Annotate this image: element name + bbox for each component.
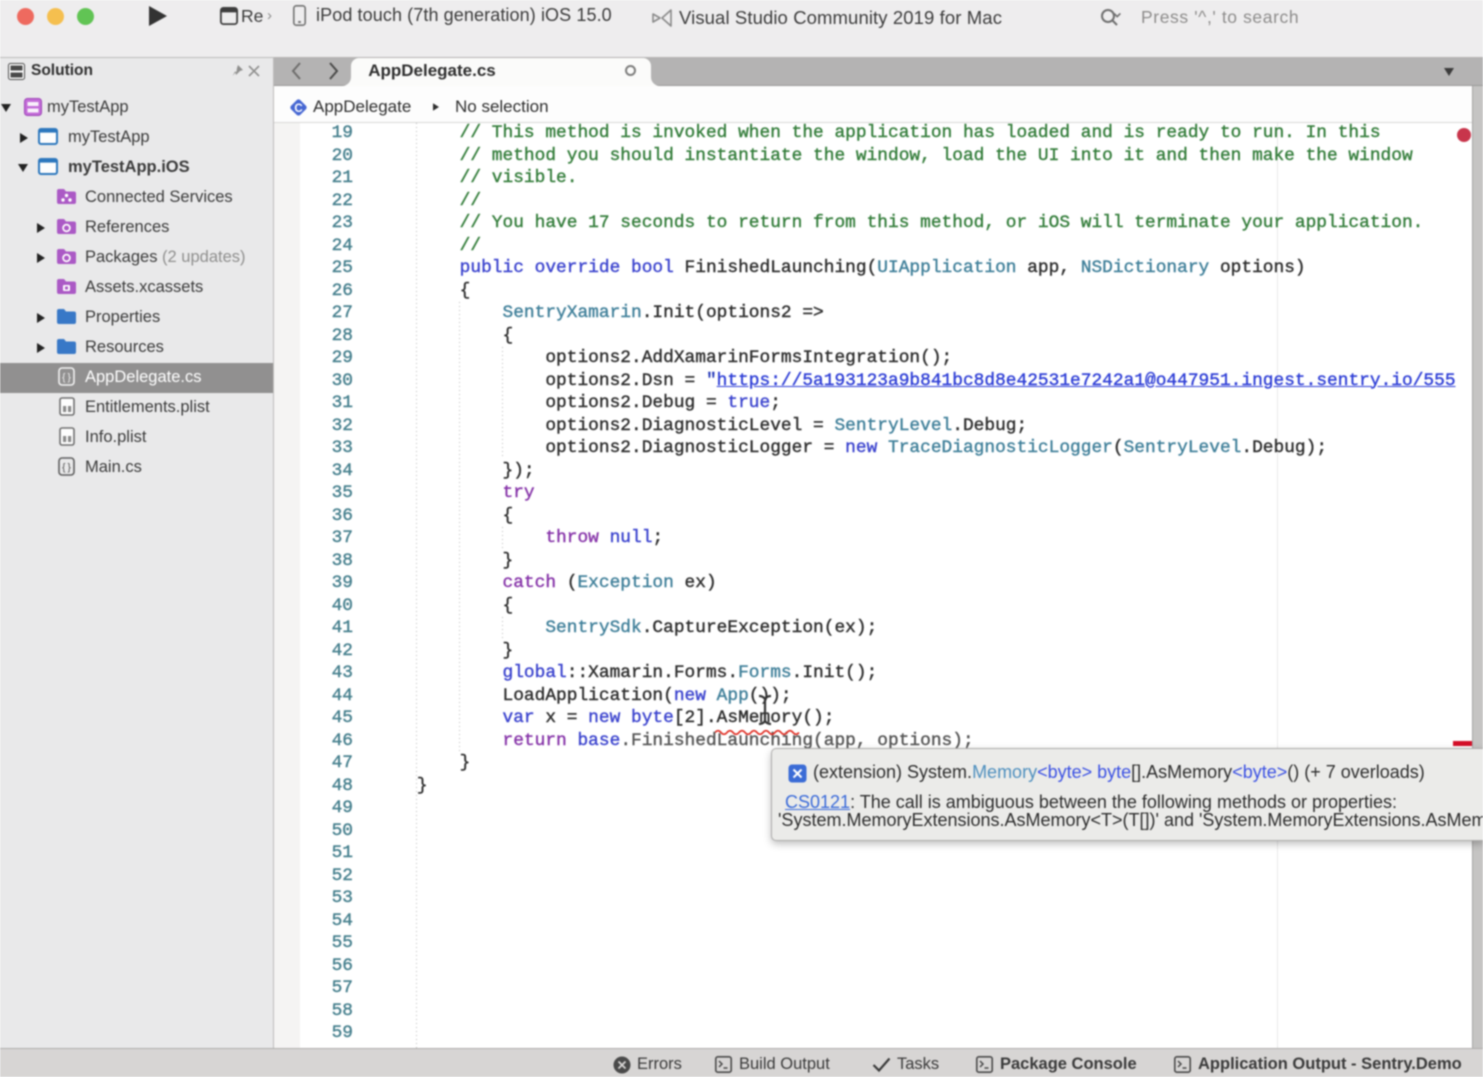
svg-text:C: C (294, 103, 302, 115)
svg-text:{ }: { } (62, 373, 71, 384)
svg-text:{ }: { } (62, 463, 71, 474)
